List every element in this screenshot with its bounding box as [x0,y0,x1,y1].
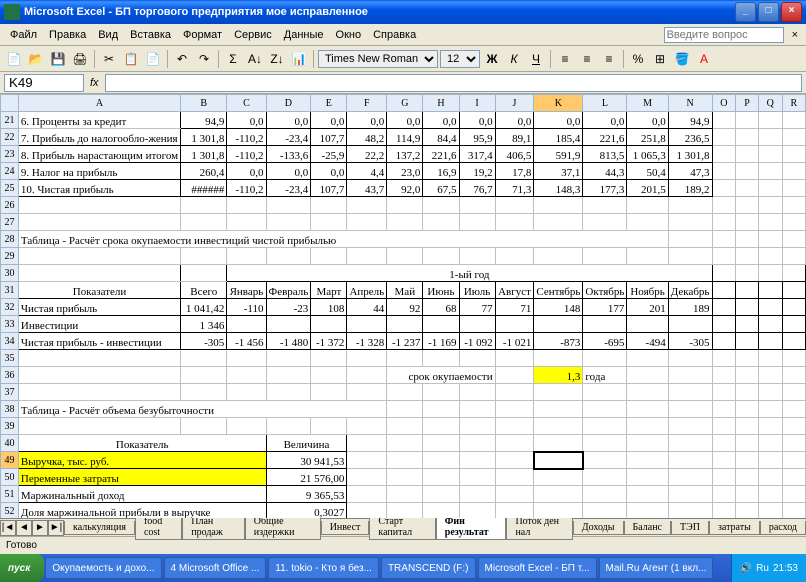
menu-tools[interactable]: Сервис [228,29,278,41]
sheet-tab[interactable]: food cost [135,515,182,540]
name-box[interactable] [4,74,84,92]
tab-last-button[interactable]: ►| [48,520,64,536]
underline-icon[interactable]: Ч [526,49,546,69]
column-headers[interactable]: ABCDEFGHIJKLMNOPQR [1,95,806,112]
sheet-tabs: |◄ ◄ ► ►| калькуляция food cost План про… [0,518,806,536]
sheet-tab[interactable]: калькуляция [64,521,135,535]
open-icon[interactable]: 📂 [26,49,46,69]
sheet-tab[interactable]: расход [760,521,806,535]
font-name-select[interactable]: Times New Roman [318,50,438,68]
fx-button[interactable]: fx [90,77,99,89]
status-text: Готово [6,540,37,551]
start-button[interactable]: пуск [0,554,44,582]
sheet-tab[interactable]: Поток ден нал [506,515,572,540]
paste-icon[interactable]: 📄 [143,49,163,69]
menu-close-button[interactable]: × [788,29,802,41]
copy-icon[interactable]: 📋 [121,49,141,69]
tab-next-button[interactable]: ► [32,520,48,536]
print-icon[interactable]: 🖨 [70,49,90,69]
close-button[interactable]: × [781,2,802,22]
sum-icon[interactable]: Σ [223,49,243,69]
italic-icon[interactable]: К [504,49,524,69]
chart-icon[interactable]: 📊 [289,49,309,69]
tab-first-button[interactable]: |◄ [0,520,16,536]
align-left-icon[interactable]: ≡ [555,49,575,69]
menu-format[interactable]: Формат [177,29,228,41]
font-size-select[interactable]: 12 [440,50,480,68]
help-search-input[interactable] [664,27,784,43]
sheet-tab[interactable]: Старт капитал [369,515,435,540]
menu-edit[interactable]: Правка [43,29,92,41]
tray-lang-icon[interactable]: Ru [756,563,769,574]
sheet-tab[interactable]: Инвест [321,521,370,535]
menu-data[interactable]: Данные [278,29,330,41]
save-icon[interactable]: 💾 [48,49,68,69]
task-button[interactable]: 4 Microsoft Office ... [164,557,267,579]
tab-prev-button[interactable]: ◄ [16,520,32,536]
menu-help[interactable]: Справка [367,29,422,41]
sheet-tab[interactable]: План продаж [182,515,244,540]
standard-toolbar: 📄 📂 💾 🖨 ✂ 📋 📄 ↶ ↷ Σ A↓ Z↓ 📊 Times New Ro… [0,46,806,72]
task-button[interactable]: TRANSCEND (F:) [381,557,476,579]
task-button[interactable]: Mail.Ru Агент (1 вкл... [599,557,714,579]
tray-icon[interactable]: 🔊 [740,563,752,574]
fill-color-icon[interactable]: 🪣 [672,49,692,69]
borders-icon[interactable]: ⊞ [650,49,670,69]
titlebar: Microsoft Excel - БП торгового предприят… [0,0,806,24]
sheet-tab[interactable]: ТЭП [671,521,709,535]
redo-icon[interactable]: ↷ [194,49,214,69]
sort-desc-icon[interactable]: Z↓ [267,49,287,69]
maximize-button[interactable]: □ [758,2,779,22]
spreadsheet-grid[interactable]: ABCDEFGHIJKLMNOPQR 216. Проценты за кред… [0,94,806,518]
align-center-icon[interactable]: ≡ [577,49,597,69]
formula-bar[interactable] [105,74,802,92]
active-cell[interactable] [534,452,583,469]
system-tray[interactable]: 🔊 Ru 21:53 [731,554,806,582]
tray-clock[interactable]: 21:53 [773,563,798,574]
window-title: Microsoft Excel - БП торгового предприят… [24,6,735,18]
sheet-tab[interactable]: Баланс [624,521,672,535]
currency-icon[interactable]: % [628,49,648,69]
excel-icon [4,4,20,20]
sheet-tab[interactable]: затраты [709,521,760,535]
sheet-tab-active[interactable]: Фин результат [436,515,507,540]
sheet-tab[interactable]: Доходы [573,521,624,535]
menu-window[interactable]: Окно [330,29,368,41]
task-button[interactable]: Окупаемость и дохо... [45,557,161,579]
align-right-icon[interactable]: ≡ [599,49,619,69]
font-color-icon[interactable]: A [694,49,714,69]
cut-icon[interactable]: ✂ [99,49,119,69]
sheet-tab[interactable]: Общие издержки [245,515,321,540]
menu-view[interactable]: Вид [92,29,124,41]
task-button[interactable]: Microsoft Excel - БП т... [478,557,597,579]
task-button[interactable]: 11. tokio - Кто я без... [268,557,379,579]
new-icon[interactable]: 📄 [4,49,24,69]
taskbar: пуск Окупаемость и дохо... 4 Microsoft O… [0,554,806,582]
formula-bar-row: fx [0,72,806,94]
sort-asc-icon[interactable]: A↓ [245,49,265,69]
menu-file[interactable]: Файл [4,29,43,41]
menubar: Файл Правка Вид Вставка Формат Сервис Да… [0,24,806,46]
bold-icon[interactable]: Ж [482,49,502,69]
undo-icon[interactable]: ↶ [172,49,192,69]
menu-insert[interactable]: Вставка [124,29,177,41]
minimize-button[interactable]: _ [735,2,756,22]
